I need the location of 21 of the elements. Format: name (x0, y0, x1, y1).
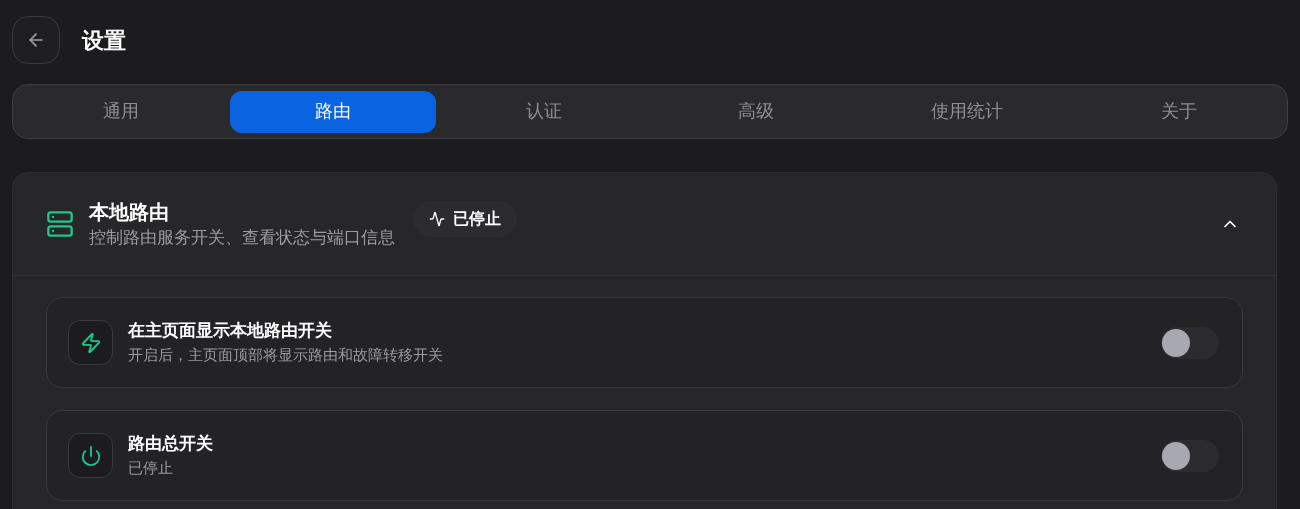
page-title: 设置 (82, 26, 126, 55)
tab[interactable]: 路由 (229, 90, 436, 133)
tab[interactable]: 通用 (18, 90, 225, 133)
tab[interactable]: 关于 (1075, 90, 1282, 133)
toggle-switch[interactable] (1161, 326, 1219, 359)
activity-icon (429, 211, 445, 227)
setting-description: 开启后，主页面顶部将显示路由和故障转移开关 (128, 344, 443, 365)
setting-title: 在主页面显示本地路由开关 (128, 319, 333, 342)
server-icon (46, 210, 74, 238)
back-button[interactable] (12, 16, 60, 64)
tab[interactable]: 认证 (441, 90, 648, 133)
section-title: 本地路由 (89, 200, 170, 225)
toggle-switch[interactable] (1161, 439, 1219, 472)
status-badge: 已停止 (413, 201, 517, 237)
power-icon (79, 444, 102, 467)
lightning-icon (79, 331, 102, 354)
tab[interactable]: 高级 (652, 90, 859, 133)
section-subtitle: 控制路由服务开关、查看状态与端口信息 (89, 227, 395, 249)
setting-description: 已停止 (128, 457, 174, 478)
tab[interactable]: 使用统计 (864, 90, 1071, 133)
setting-title: 路由总开关 (128, 432, 213, 455)
